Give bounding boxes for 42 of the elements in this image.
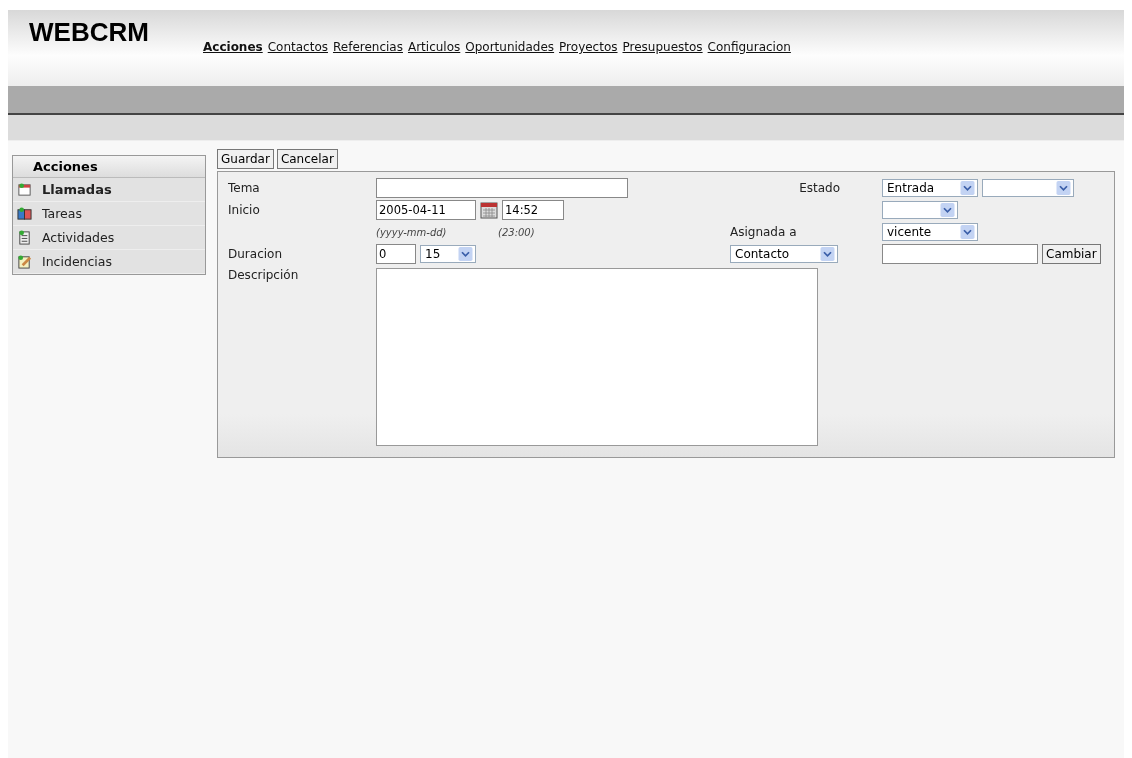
nav-link[interactable]: Referencias (333, 40, 403, 54)
field-label: Duracion (228, 247, 283, 261)
calendar-icon (17, 182, 32, 197)
tasks-icon (17, 206, 32, 221)
change-button[interactable]: Cambiar (1042, 244, 1101, 264)
field-label: Estado (798, 181, 841, 195)
field-label: Asignada a (730, 225, 798, 239)
contact-type-select[interactable]: Contacto (730, 245, 838, 263)
toolbar-button[interactable]: Cancelar (276, 149, 338, 169)
minutes-select[interactable]: 15 (420, 245, 476, 263)
time-field[interactable]: 14:52 (502, 200, 564, 220)
edit-icon (17, 254, 32, 269)
sidebar-title: Acciones (13, 156, 205, 178)
assignee-select[interactable]: vicente (882, 223, 978, 241)
priority-select[interactable] (882, 201, 958, 219)
date-field[interactable]: 2005-04-11 (376, 200, 476, 220)
date-format-hint: (yyyy-mm-dd) (376, 226, 448, 238)
contact-field[interactable] (882, 244, 1038, 264)
calendar-icon[interactable] (480, 201, 498, 219)
description-field[interactable] (376, 268, 818, 446)
nav-link[interactable]: Acciones (203, 40, 263, 54)
nav-link[interactable]: Presupuestos (622, 40, 703, 54)
sidebar-item[interactable]: Llamadas (13, 178, 205, 202)
sidebar-item[interactable]: Tareas (13, 202, 205, 226)
sidebar-item[interactable]: Actividades (13, 226, 205, 250)
field-label: Descripción (228, 268, 300, 282)
hours-field[interactable]: 0 (376, 244, 416, 264)
substatus-select[interactable] (982, 179, 1074, 197)
nav-link[interactable]: Oportunidades (465, 40, 555, 54)
app-logo: WEBCRM (28, 17, 150, 48)
time-format-hint: (23:00) (498, 226, 535, 238)
nav-link[interactable]: Proyectos (559, 40, 618, 54)
toolbar-button[interactable]: Guardar (217, 149, 274, 169)
field-label: Inicio (228, 203, 261, 217)
sidebar-item[interactable]: Incidencias (13, 250, 205, 274)
nav-link[interactable]: Contactos (267, 40, 328, 54)
field-label: Tema (228, 181, 261, 195)
status-select[interactable]: Entrada (882, 179, 978, 197)
nav-link[interactable]: Configuracion (707, 40, 791, 54)
nav-link[interactable]: Articulos (407, 40, 461, 54)
document-icon (17, 230, 32, 245)
subject-field[interactable] (376, 178, 628, 198)
